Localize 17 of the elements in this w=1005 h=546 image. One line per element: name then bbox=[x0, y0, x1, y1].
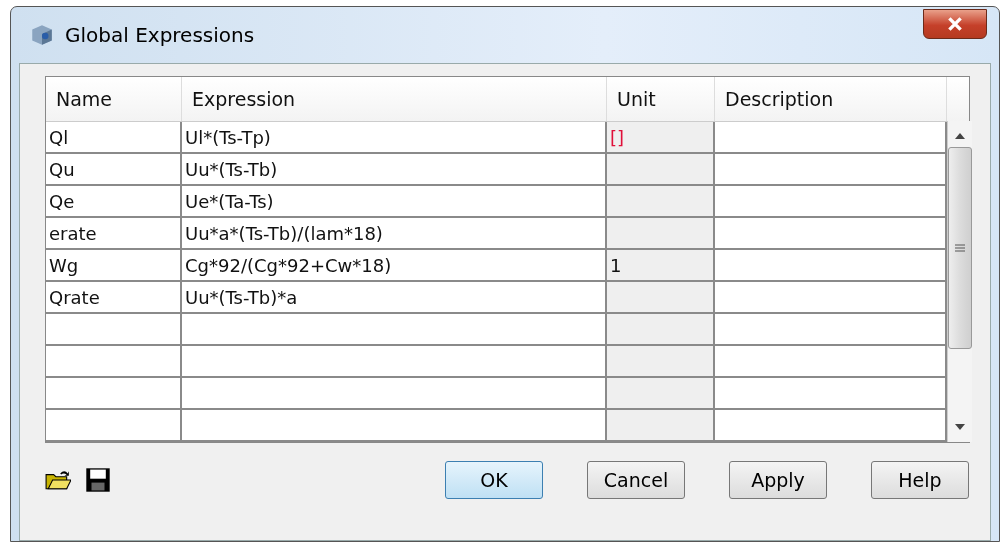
table-cell: Ql bbox=[46, 122, 182, 152]
column-header[interactable]: Description bbox=[715, 77, 947, 121]
dialog-button[interactable]: Cancel bbox=[587, 461, 685, 499]
table-cell: Qe bbox=[46, 186, 182, 216]
window-title: Global Expressions bbox=[65, 23, 256, 47]
table-cell: erate bbox=[46, 218, 182, 248]
column-header[interactable]: Name bbox=[46, 77, 182, 121]
column-header[interactable]: Unit bbox=[607, 77, 715, 121]
table-cell: Qrate bbox=[46, 282, 182, 312]
table-cell: Wg bbox=[46, 250, 182, 280]
table-cell: 1 bbox=[607, 250, 715, 280]
dialog-button[interactable]: Apply bbox=[729, 461, 827, 499]
dialog-button[interactable]: Help bbox=[871, 461, 969, 499]
column-header[interactable]: Expression bbox=[182, 77, 607, 121]
table-cell: Qu bbox=[46, 154, 182, 184]
dialog-button[interactable]: OK bbox=[445, 461, 543, 499]
table-cell: [] bbox=[607, 122, 715, 152]
